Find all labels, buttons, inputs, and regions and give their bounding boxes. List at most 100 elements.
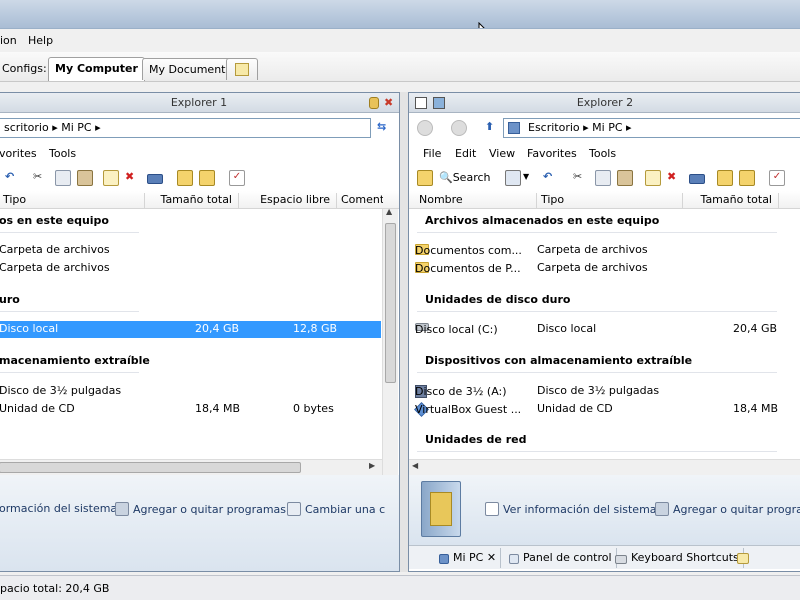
list-item[interactable]: Carpeta de archivos <box>0 242 381 259</box>
col-nombre[interactable]: Nombre <box>415 193 537 209</box>
views-icon[interactable] <box>505 170 521 186</box>
task-panel: ormación del sistema Agregar o quitar pr… <box>0 475 399 571</box>
menu-tools[interactable]: Tools <box>49 147 76 160</box>
folders-icon[interactable] <box>417 170 433 186</box>
task-add-remove-programs[interactable]: Agregar o quitar progran <box>655 502 800 516</box>
back-icon[interactable] <box>417 120 433 136</box>
list-item[interactable]: Documentos com... Carpeta de archivos <box>415 242 799 259</box>
column-header: Nombre Tipo Tamaño total <box>409 191 800 209</box>
settings-icon <box>287 502 301 516</box>
control-panel-icon <box>509 554 519 564</box>
close-tab-icon[interactable]: ✕ <box>487 551 496 564</box>
new-tab-icon <box>737 553 749 564</box>
menu-file[interactable]: File <box>423 147 441 160</box>
group-header: macenamiento extraíble <box>0 354 150 367</box>
horizontal-scrollbar[interactable]: ◀ <box>409 459 800 475</box>
task-system-info[interactable]: ormación del sistema <box>0 502 117 515</box>
list-item[interactable]: Unidad de CD 18,4 MB 0 bytes <box>0 401 381 418</box>
address-bar[interactable]: Escritorio ▸ Mi PC ▸ <box>503 118 800 138</box>
properties-icon[interactable]: ✓ <box>229 170 245 186</box>
group-header: uro <box>0 293 20 306</box>
scroll-right-icon[interactable]: ▶ <box>369 461 375 470</box>
group-header: os en este equipo <box>0 214 109 227</box>
cut-icon[interactable]: ✂ <box>573 170 589 186</box>
explorer-2-pane: Explorer 2 ⬆ Escritorio ▸ Mi PC ▸ File E… <box>408 92 800 572</box>
move-to-icon[interactable] <box>177 170 193 186</box>
col-tamano-total[interactable]: Tamaño total <box>683 193 779 209</box>
group-divider <box>417 451 777 452</box>
close-pane-icon[interactable]: ✖ <box>384 96 393 109</box>
hscroll-thumb[interactable] <box>0 462 301 473</box>
copy-icon[interactable] <box>595 170 611 186</box>
new-tab-icon <box>235 63 249 76</box>
tab-my-computer[interactable]: My Computer <box>48 57 145 81</box>
col-tamano-total[interactable]: Tamaño total <box>145 193 239 209</box>
configs-label: Configs: <box>2 62 47 75</box>
list-item[interactable]: VirtualBox Guest ... Unidad de CD 18,4 M… <box>414 401 799 418</box>
rename-icon[interactable] <box>147 174 163 184</box>
list-item[interactable]: Disco de 3½ (A:) Disco de 3½ pulgadas <box>415 383 799 400</box>
menu-view[interactable]: View <box>489 147 515 160</box>
tab-panel-de-control[interactable]: Panel de control <box>505 548 617 568</box>
pane-menu: vorites Tools <box>0 146 399 164</box>
list-item[interactable]: Carpeta de archivos <box>0 260 381 277</box>
forward-icon[interactable] <box>451 120 467 136</box>
group-divider <box>0 311 139 312</box>
list-item[interactable]: Documentos de P... Carpeta de archivos <box>415 260 799 277</box>
list-item[interactable]: Disco local (C:) Disco local 20,4 GB <box>415 321 799 338</box>
move-to-icon[interactable] <box>717 170 733 186</box>
copy-icon[interactable] <box>55 170 71 186</box>
rename-icon[interactable] <box>689 174 705 184</box>
undo-icon[interactable]: ↶ <box>5 170 21 186</box>
task-add-remove-programs[interactable]: Agregar o quitar programas <box>115 502 286 516</box>
info-icon <box>485 502 499 516</box>
new-item-icon[interactable] <box>645 170 661 186</box>
properties-icon[interactable]: ✓ <box>769 170 785 186</box>
menu-favorites[interactable]: Favorites <box>527 147 577 160</box>
list-item-selected[interactable]: Disco local 20,4 GB 12,8 GB <box>0 321 381 338</box>
documents-folder-icon <box>421 481 461 537</box>
search-button[interactable]: 🔍Search <box>439 171 491 184</box>
lock-icon[interactable] <box>369 97 379 109</box>
col-espacio-libre[interactable]: Espacio libre <box>239 193 337 209</box>
group-divider <box>417 311 777 312</box>
group-header: Archivos almacenados en este equipo <box>425 214 660 227</box>
copy-to-icon[interactable] <box>739 170 755 186</box>
paste-icon[interactable] <box>77 170 93 186</box>
menu-tools[interactable]: Tools <box>589 147 616 160</box>
col-comentarios[interactable]: Coment <box>337 193 383 209</box>
pane-splitter[interactable] <box>400 92 408 572</box>
tab-mi-pc[interactable]: Mi PC ✕ <box>435 548 502 568</box>
tab-keyboard-shortcuts[interactable]: Keyboard Shortcuts <box>611 548 744 568</box>
tab-my-documents[interactable]: My Documents <box>142 58 239 80</box>
copy-to-icon[interactable] <box>199 170 215 186</box>
cut-icon[interactable]: ✂ <box>33 170 49 186</box>
scroll-up-icon[interactable]: ▲ <box>386 207 392 216</box>
dual-pane-icon[interactable] <box>433 97 445 109</box>
horizontal-scrollbar[interactable]: ▶ <box>0 459 382 475</box>
new-item-icon[interactable] <box>103 170 119 186</box>
menu-edit[interactable]: Edit <box>455 147 476 160</box>
undo-icon[interactable]: ↶ <box>543 170 559 186</box>
scroll-thumb[interactable] <box>385 223 396 383</box>
new-config-tab[interactable] <box>226 58 258 80</box>
task-change-setting[interactable]: Cambiar una c <box>287 502 385 516</box>
delete-icon[interactable]: ✖ <box>667 170 683 186</box>
pane-title: Explorer 1 <box>0 93 399 113</box>
paste-icon[interactable] <box>617 170 633 186</box>
address-bar[interactable]: scritorio ▸ Mi PC ▸ <box>0 118 371 138</box>
single-pane-icon[interactable] <box>415 97 427 109</box>
menu-item-option[interactable]: ion <box>0 34 17 47</box>
up-folder-icon[interactable]: ⬆ <box>485 120 494 133</box>
col-tipo[interactable]: Tipo <box>537 193 683 209</box>
scroll-left-icon[interactable]: ◀ <box>412 461 418 470</box>
task-system-info[interactable]: Ver información del sistema <box>485 502 657 516</box>
go-icon[interactable]: ⇆ <box>377 120 386 133</box>
chevron-down-icon[interactable]: ▼ <box>523 172 529 181</box>
col-tipo[interactable]: Tipo <box>0 193 145 209</box>
list-item[interactable]: Disco de 3½ pulgadas <box>0 383 381 400</box>
new-tab-button[interactable] <box>733 548 757 568</box>
menu-item-help[interactable]: Help <box>28 34 53 47</box>
delete-icon[interactable]: ✖ <box>125 170 141 186</box>
menu-favorites[interactable]: vorites <box>0 147 37 160</box>
